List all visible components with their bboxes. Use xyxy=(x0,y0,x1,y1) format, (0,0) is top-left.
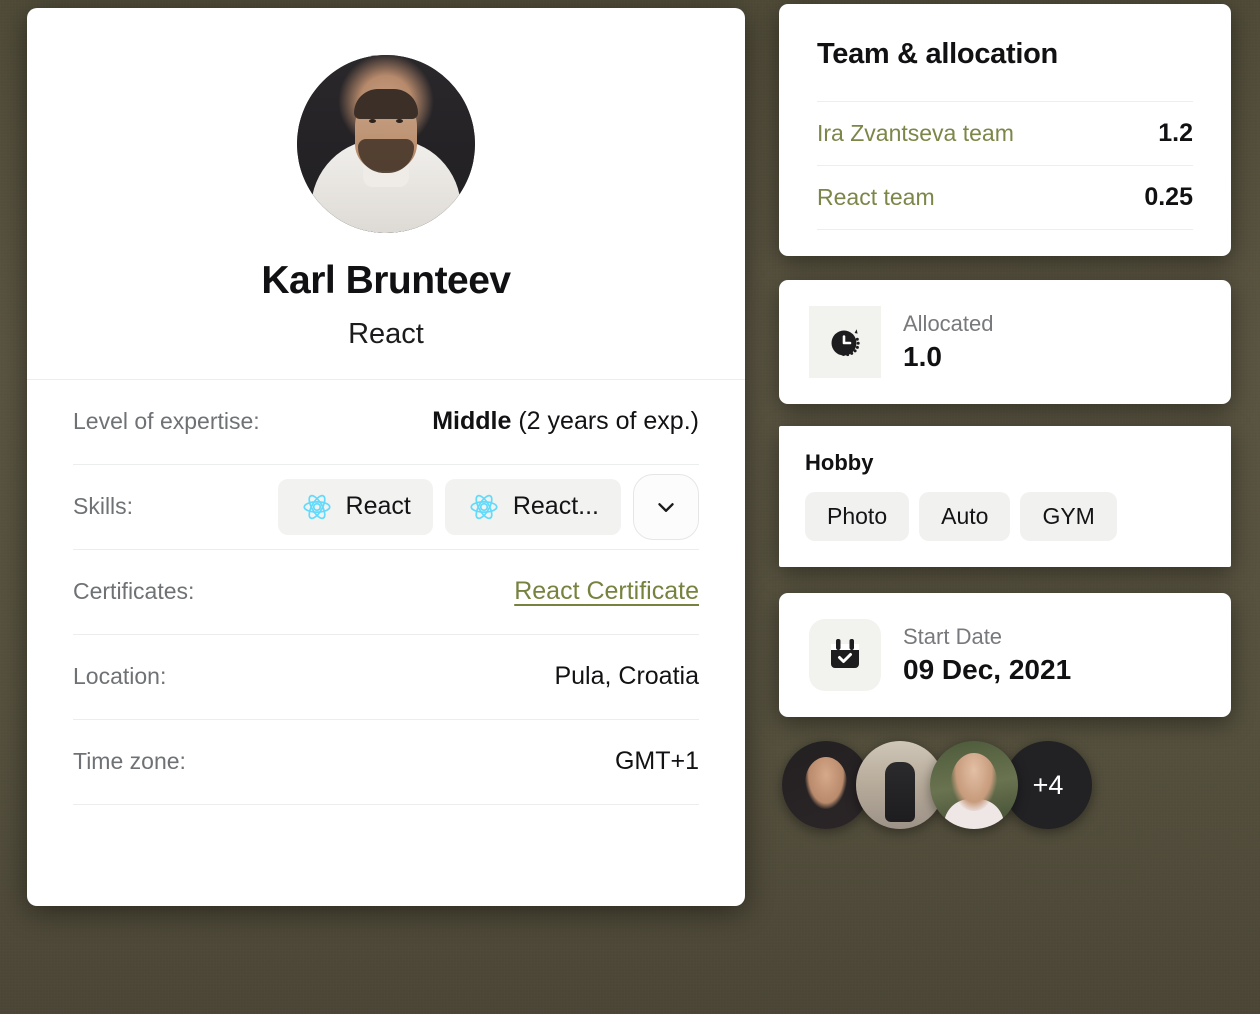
team-allocation-value: 1.2 xyxy=(1158,119,1193,147)
team-name-link[interactable]: React team xyxy=(817,184,935,211)
allocated-text: Allocated 1.0 xyxy=(903,311,994,373)
team-allocation-value: 0.25 xyxy=(1144,183,1193,211)
hobby-card: Hobby Photo Auto GYM xyxy=(779,426,1231,567)
allocated-value: 1.0 xyxy=(903,341,942,372)
chevron-down-icon xyxy=(653,494,679,520)
skill-chip-label: React xyxy=(345,492,411,521)
start-date-card: Start Date 09 Dec, 2021 xyxy=(779,593,1231,717)
expertise-years: (2 years of exp.) xyxy=(518,407,699,436)
start-date-text: Start Date 09 Dec, 2021 xyxy=(903,624,1071,686)
detail-label-expertise: Level of expertise: xyxy=(73,408,260,435)
avatar-hair xyxy=(354,89,418,119)
detail-label-skills: Skills: xyxy=(73,493,134,520)
profile-role: React xyxy=(348,317,424,350)
detail-row-skills: Skills: React React... xyxy=(73,465,699,550)
member-avatar-group: +4 xyxy=(779,741,1231,829)
detail-label-timezone: Time zone: xyxy=(73,748,186,775)
allocated-label: Allocated xyxy=(903,311,994,336)
detail-value-location: Pula, Croatia xyxy=(554,662,699,691)
profile-card: Karl Brunteev React Level of expertise: … xyxy=(27,8,745,906)
team-row: React team 0.25 xyxy=(817,165,1193,230)
skill-chip-react-2[interactable]: React... xyxy=(444,478,621,535)
detail-value-expertise: Middle (2 years of exp.) xyxy=(432,407,699,436)
expertise-level: Middle xyxy=(432,407,512,436)
hobby-chip-auto[interactable]: Auto xyxy=(919,492,1011,541)
detail-label-location: Location: xyxy=(73,663,167,690)
member-avatar-3[interactable] xyxy=(930,741,1018,829)
start-date-label: Start Date xyxy=(903,624,1003,649)
right-column: Team & allocation Ira Zvantseva team 1.2… xyxy=(779,4,1231,829)
team-allocation-title: Team & allocation xyxy=(817,38,1058,70)
team-name-link[interactable]: Ira Zvantseva team xyxy=(817,120,1014,147)
hobby-chip-gym[interactable]: GYM xyxy=(1020,492,1117,541)
avatar-eye-right xyxy=(396,119,403,123)
start-date-value: 09 Dec, 2021 xyxy=(903,654,1072,685)
profile-name: Karl Brunteev xyxy=(261,259,511,302)
hobby-chip-group: Photo Auto GYM xyxy=(805,492,1205,541)
hobby-chip-photo[interactable]: Photo xyxy=(805,492,910,541)
clock-timer-icon xyxy=(809,306,881,378)
team-allocation-card: Team & allocation Ira Zvantseva team 1.2… xyxy=(779,4,1231,256)
allocated-card: Allocated 1.0 xyxy=(779,280,1231,404)
avatar-eye-left xyxy=(369,119,376,123)
detail-value-timezone: GMT+1 xyxy=(614,747,699,776)
react-icon xyxy=(300,490,334,524)
detail-row-expertise: Level of expertise: Middle (2 years of e… xyxy=(73,380,699,465)
skills-expand-button[interactable] xyxy=(633,473,699,540)
skills-chip-group: React React... xyxy=(277,473,699,540)
react-icon xyxy=(467,490,501,524)
profile-detail-list: Level of expertise: Middle (2 years of e… xyxy=(27,380,745,805)
profile-header: Karl Brunteev React xyxy=(27,8,745,380)
calendar-check-icon xyxy=(809,619,881,691)
detail-row-timezone: Time zone: GMT+1 xyxy=(73,720,699,805)
certificate-link[interactable]: React Certificate xyxy=(514,577,699,606)
detail-row-location: Location: Pula, Croatia xyxy=(73,635,699,720)
detail-row-certificates: Certificates: React Certificate xyxy=(73,550,699,635)
hobby-title: Hobby xyxy=(805,450,874,475)
skill-chip-label: React... xyxy=(512,492,599,521)
profile-avatar xyxy=(297,55,475,233)
skill-chip-react-1[interactable]: React xyxy=(277,478,433,535)
app-stage: Karl Brunteev React Level of expertise: … xyxy=(0,0,1260,1014)
detail-label-certificates: Certificates: xyxy=(73,578,195,605)
team-row: Ira Zvantseva team 1.2 xyxy=(817,101,1193,165)
